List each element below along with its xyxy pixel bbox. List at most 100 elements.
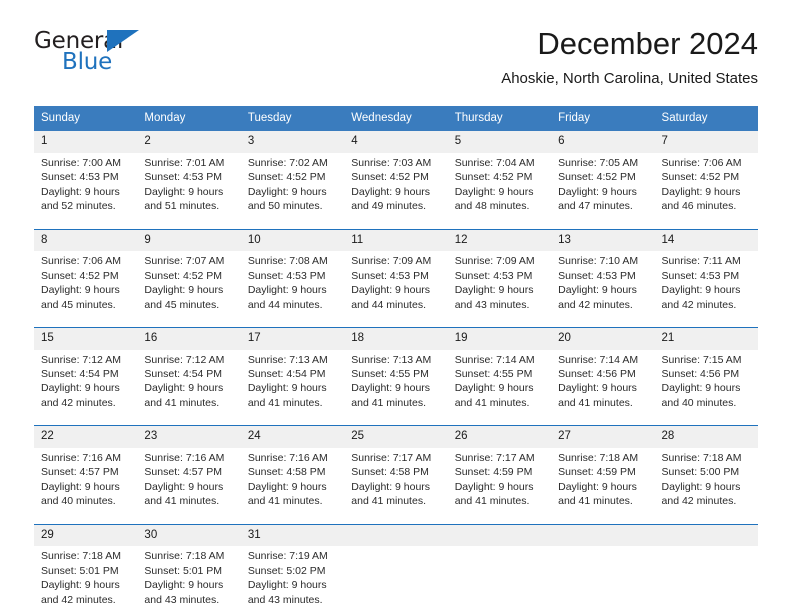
- daylight-text: Daylight: 9 hours: [144, 579, 224, 592]
- day-cell[interactable]: Sunrise: 7:07 AM Sunset: 4:52 PM Daylight:…: [137, 251, 240, 320]
- day-number[interactable]: 31: [241, 525, 344, 547]
- day-cell[interactable]: Sunrise: 7:18 AM Sunset: 5:01 PM Daylight:…: [34, 546, 137, 615]
- day-number[interactable]: 13: [551, 230, 654, 252]
- daylight-text: and 41 minutes.: [558, 495, 633, 508]
- daylight-text: Daylight: 9 hours: [41, 480, 120, 493]
- daylight-text: Daylight: 9 hours: [247, 480, 327, 493]
- day-number[interactable]: 11: [344, 230, 447, 252]
- day-number[interactable]: 30: [137, 525, 240, 547]
- day-number[interactable]: 15: [34, 328, 137, 350]
- calendar-week-row: 1 2 3 4 5 6 7 Sunrise: 7:00 AM Sunset: 4:53 PM Da…: [34, 131, 758, 222]
- sunrise-text: Sunrise: 7:05 AM: [558, 156, 639, 169]
- calendar-week-row: 22 23 24 25 26 27 28 Sunrise: 7:16 AM Sunset: 4:…: [34, 425, 758, 517]
- sunset-text: Sunset: 4:52 PM: [247, 171, 326, 184]
- day-number[interactable]: 3: [241, 131, 344, 153]
- sunset-text: Sunset: 4:53 PM: [351, 269, 429, 282]
- day-cell[interactable]: Sunrise: 7:02 AM Sunset: 4:52 PM Daylight:…: [241, 153, 344, 222]
- day-cell[interactable]: Sunrise: 7:13 AM Sunset: 4:54 PM Daylight:…: [241, 350, 344, 419]
- day-number[interactable]: 23: [137, 426, 240, 448]
- daylight-text: and 45 minutes.: [41, 298, 116, 311]
- daylight-text: Daylight: 9 hours: [558, 185, 637, 198]
- day-number[interactable]: 19: [448, 328, 551, 350]
- day-cell[interactable]: Sunrise: 7:16 AM Sunset: 4:57 PM Daylight:…: [137, 448, 240, 517]
- day-number[interactable]: 24: [241, 426, 344, 448]
- day-number[interactable]: 27: [551, 426, 654, 448]
- day-number-empty: [344, 525, 447, 547]
- day-cell[interactable]: Sunrise: 7:00 AM Sunset: 4:53 PM Daylight:…: [34, 153, 137, 222]
- day-cell[interactable]: Sunrise: 7:11 AM Sunset: 4:53 PM Daylight:…: [655, 251, 758, 320]
- day-cell[interactable]: Sunrise: 7:06 AM Sunset: 4:52 PM Daylight:…: [34, 251, 137, 320]
- weekday-header-sunday: Sunday: [41, 111, 81, 124]
- location-subtitle: Ahoskie, North Carolina, United States: [501, 69, 758, 87]
- day-number[interactable]: 7: [655, 131, 758, 153]
- day-cell[interactable]: Sunrise: 7:17 AM Sunset: 4:59 PM Daylight:…: [448, 448, 551, 517]
- day-cell[interactable]: Sunrise: 7:13 AM Sunset: 4:55 PM Daylight:…: [344, 350, 447, 419]
- day-number[interactable]: 8: [34, 230, 137, 252]
- daylight-text: and 41 minutes.: [144, 495, 220, 508]
- daylight-text: and 43 minutes.: [144, 593, 220, 606]
- sunrise-text: Sunrise: 7:11 AM: [661, 255, 741, 268]
- day-cell[interactable]: Sunrise: 7:14 AM Sunset: 4:55 PM Daylight:…: [448, 350, 551, 419]
- day-number[interactable]: 22: [34, 426, 137, 448]
- day-number[interactable]: 1: [34, 131, 137, 153]
- day-cell[interactable]: Sunrise: 7:12 AM Sunset: 4:54 PM Daylight:…: [137, 350, 240, 419]
- day-cell[interactable]: Sunrise: 7:09 AM Sunset: 4:53 PM Daylight:…: [344, 251, 447, 320]
- daylight-text: Daylight: 9 hours: [661, 480, 741, 493]
- day-number[interactable]: 29: [34, 525, 137, 547]
- day-cell[interactable]: Sunrise: 7:03 AM Sunset: 4:52 PM Daylight:…: [344, 153, 447, 222]
- day-number[interactable]: 25: [344, 426, 447, 448]
- daylight-text: Daylight: 9 hours: [247, 284, 327, 297]
- day-number[interactable]: 4: [344, 131, 447, 153]
- sunrise-text: Sunrise: 7:13 AM: [247, 353, 328, 366]
- generalblue-logo[interactable]: General Blue: [34, 24, 154, 80]
- sunset-text: Sunset: 4:56 PM: [558, 368, 636, 380]
- day-number[interactable]: 6: [551, 131, 654, 153]
- sunrise-text: Sunrise: 7:09 AM: [351, 255, 432, 268]
- sunset-text: Sunset: 4:54 PM: [144, 368, 223, 380]
- day-number[interactable]: 21: [655, 328, 758, 350]
- calendar-week-row: 8 9 10 11 12 13 14 Sunrise: 7:06 AM Sunset: 4:52…: [34, 228, 758, 320]
- day-cell[interactable]: Sunrise: 7:12 AM Sunset: 4:54 PM Daylight:…: [34, 350, 137, 419]
- sunset-text: Sunset: 4:55 PM: [454, 368, 533, 380]
- sunset-text: Sunset: 4:58 PM: [351, 466, 429, 479]
- sunset-text: Sunset: 5:01 PM: [144, 564, 223, 577]
- day-cell[interactable]: Sunrise: 7:09 AM Sunset: 4:53 PM Daylight:…: [448, 251, 551, 320]
- day-number[interactable]: 10: [241, 230, 344, 252]
- day-cell-empty: [551, 546, 654, 615]
- day-number[interactable]: 2: [137, 131, 240, 153]
- day-number[interactable]: 26: [448, 426, 551, 448]
- day-number[interactable]: 17: [241, 328, 344, 350]
- sunset-text: Sunset: 4:53 PM: [661, 269, 740, 282]
- daylight-text: and 52 minutes.: [41, 200, 116, 213]
- day-number[interactable]: 16: [137, 328, 240, 350]
- day-cell[interactable]: Sunrise: 7:18 AM Sunset: 5:01 PM Daylight:…: [137, 546, 240, 615]
- day-number[interactable]: 28: [655, 426, 758, 448]
- day-cell[interactable]: Sunrise: 7:01 AM Sunset: 4:53 PM Daylight:…: [137, 153, 240, 222]
- day-cell[interactable]: Sunrise: 7:19 AM Sunset: 5:02 PM Daylight:…: [241, 546, 344, 615]
- day-cell[interactable]: Sunrise: 7:16 AM Sunset: 4:57 PM Daylight:…: [34, 448, 137, 517]
- day-number[interactable]: 20: [551, 328, 654, 350]
- day-cell[interactable]: Sunrise: 7:10 AM Sunset: 4:53 PM Daylight:…: [551, 251, 654, 320]
- sunrise-text: Sunrise: 7:08 AM: [247, 255, 328, 268]
- daylight-text: Daylight: 9 hours: [41, 284, 120, 297]
- daylight-text: and 42 minutes.: [41, 396, 116, 409]
- day-cell[interactable]: Sunrise: 7:04 AM Sunset: 4:52 PM Daylight:…: [448, 153, 551, 222]
- day-cell[interactable]: Sunrise: 7:08 AM Sunset: 4:53 PM Daylight:…: [241, 251, 344, 320]
- day-cell[interactable]: Sunrise: 7:18 AM Sunset: 4:59 PM Daylight:…: [551, 448, 654, 517]
- day-number[interactable]: 12: [448, 230, 551, 252]
- day-number[interactable]: 14: [655, 230, 758, 252]
- daylight-text: Daylight: 9 hours: [661, 382, 741, 395]
- day-cell[interactable]: Sunrise: 7:18 AM Sunset: 5:00 PM Daylight:…: [655, 448, 758, 517]
- day-cell[interactable]: Sunrise: 7:14 AM Sunset: 4:56 PM Daylight:…: [551, 350, 654, 419]
- day-number[interactable]: 5: [448, 131, 551, 153]
- day-cell[interactable]: Sunrise: 7:15 AM Sunset: 4:56 PM Daylight:…: [655, 350, 758, 419]
- daylight-text: Daylight: 9 hours: [41, 185, 120, 198]
- week-number-band: 22 23 24 25 26 27 28: [34, 426, 758, 448]
- day-cell[interactable]: Sunrise: 7:17 AM Sunset: 4:58 PM Daylight:…: [344, 448, 447, 517]
- day-cell[interactable]: Sunrise: 7:06 AM Sunset: 4:52 PM Daylight:…: [655, 153, 758, 222]
- day-number[interactable]: 9: [137, 230, 240, 252]
- day-number[interactable]: 18: [344, 328, 447, 350]
- daylight-text: Daylight: 9 hours: [247, 579, 327, 592]
- day-cell[interactable]: Sunrise: 7:16 AM Sunset: 4:58 PM Daylight:…: [241, 448, 344, 517]
- day-cell[interactable]: Sunrise: 7:05 AM Sunset: 4:52 PM Daylight:…: [551, 153, 654, 222]
